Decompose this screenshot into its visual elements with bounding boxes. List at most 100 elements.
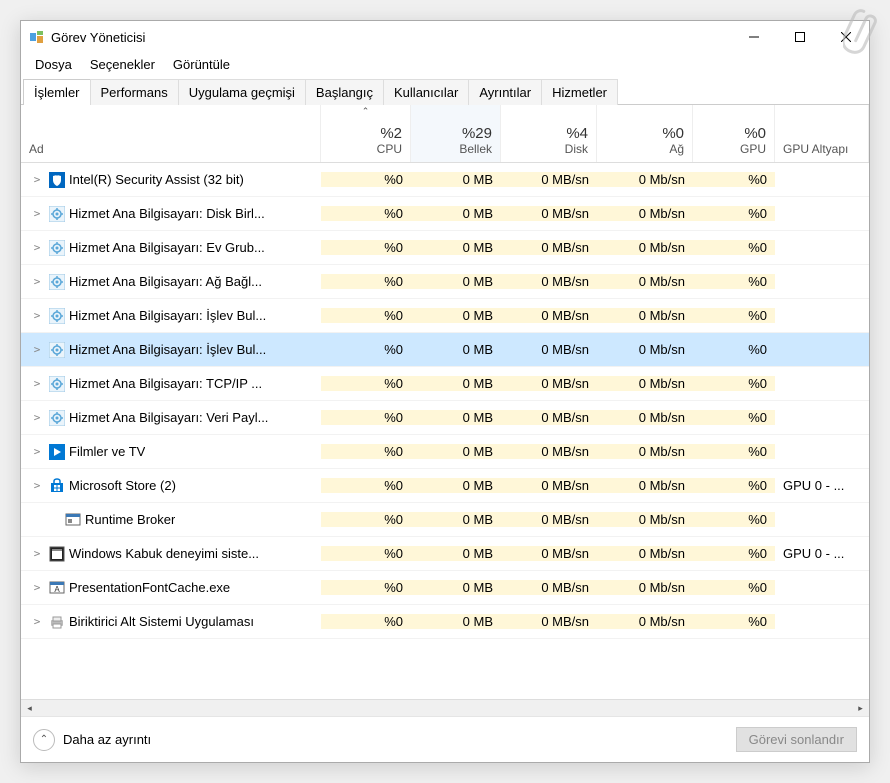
memory-cell: 0 MB	[411, 478, 501, 493]
process-row[interactable]: >Hizmet Ana Bilgisayarı: İşlev Bul...%00…	[21, 333, 869, 367]
memory-cell: 0 MB	[411, 172, 501, 187]
process-row[interactable]: > Hizmet Ana Bilgisayarı: Disk Birl... %0 0…	[21, 197, 869, 231]
disk-cell: 0 MB/sn	[501, 546, 597, 561]
process-name-cell: > Hizmet Ana Bilgisayarı: Disk Birl...	[21, 206, 321, 222]
scroll-right-button[interactable]: ▸	[852, 700, 869, 717]
process-name: Microsoft Store (2)	[69, 478, 176, 493]
process-row[interactable]: >Hizmet Ana Bilgisayarı: Veri Payl...%00…	[21, 401, 869, 435]
col-header-name[interactable]: Ad	[21, 105, 321, 162]
process-row[interactable]: >Intel(R) Security Assist (32 bit)%00 MB…	[21, 163, 869, 197]
process-icon	[49, 614, 65, 630]
network-cell: 0 Mb/sn	[597, 580, 693, 595]
process-row[interactable]: >Hizmet Ana Bilgisayarı: Ağ Bağl...%00 M…	[21, 265, 869, 299]
expand-chevron-icon[interactable]: >	[29, 275, 45, 288]
process-row[interactable]: >Filmler ve TV%00 MB0 MB/sn0 Mb/sn%0	[21, 435, 869, 469]
process-name-cell: >Hizmet Ana Bilgisayarı: Ev Grub...	[21, 240, 321, 256]
tab-app-history[interactable]: Uygulama geçmişi	[178, 79, 306, 105]
scroll-left-button[interactable]: ◂	[21, 700, 38, 717]
maximize-button[interactable]	[777, 21, 823, 53]
fewer-details-button[interactable]: ⌃	[33, 729, 55, 751]
network-cell: 0 Mb/sn	[597, 478, 693, 493]
expand-chevron-icon[interactable]: >	[29, 445, 45, 458]
gpu-cell: %0	[693, 308, 775, 323]
menu-options[interactable]: Seçenekler	[82, 55, 163, 74]
process-row[interactable]: >Biriktirici Alt Sistemi Uygulaması%00 M…	[21, 605, 869, 639]
process-row[interactable]: >Windows Kabuk deneyimi siste...%00 MB0 …	[21, 537, 869, 571]
memory-cell: 0 MB	[411, 546, 501, 561]
expand-chevron-icon[interactable]: >	[29, 547, 45, 560]
gpu-cell: %0	[693, 580, 775, 595]
process-row[interactable]: >Runtime Broker%00 MB0 MB/sn0 Mb/sn%0	[21, 503, 869, 537]
process-row[interactable]: >Hizmet Ana Bilgisayarı: İşlev Bul...%00…	[21, 299, 869, 333]
sort-arrow-icon: ⌃	[362, 106, 370, 117]
expand-chevron-icon[interactable]: >	[29, 581, 45, 594]
network-cell: 0 Mb/sn	[597, 614, 693, 629]
titlebar[interactable]: Görev Yöneticisi	[21, 21, 869, 53]
col-header-gpu-engine[interactable]: GPU Altyapı	[775, 105, 869, 162]
tab-users[interactable]: Kullanıcılar	[383, 79, 469, 105]
expand-chevron-icon[interactable]: >	[29, 207, 45, 220]
network-cell: 0 Mb/sn	[597, 240, 693, 255]
cpu-cell: %0	[321, 546, 411, 561]
process-name-cell: >Filmler ve TV	[21, 444, 321, 460]
table-headers: Ad ⌃ %2 CPU %29 Bellek %4 Disk %0 Ağ %0 …	[21, 105, 869, 163]
memory-cell: 0 MB	[411, 342, 501, 357]
memory-cell: 0 MB	[411, 308, 501, 323]
network-cell: 0 Mb/sn	[597, 546, 693, 561]
process-name-cell: > Microsoft Store (2)	[21, 478, 321, 494]
expand-chevron-icon[interactable]: >	[29, 479, 45, 492]
process-row[interactable]: >Hizmet Ana Bilgisayarı: TCP/IP ...%00 M…	[21, 367, 869, 401]
process-name: Hizmet Ana Bilgisayarı: Veri Payl...	[69, 410, 268, 425]
expand-chevron-icon[interactable]: >	[29, 173, 45, 186]
tab-services[interactable]: Hizmetler	[541, 79, 618, 105]
expand-chevron-icon[interactable]: >	[29, 615, 45, 628]
minimize-button[interactable]	[731, 21, 777, 53]
memory-cell: 0 MB	[411, 240, 501, 255]
expand-chevron-icon[interactable]: >	[29, 411, 45, 424]
process-icon	[49, 172, 65, 188]
expand-chevron-icon[interactable]: >	[29, 241, 45, 254]
close-button[interactable]	[823, 21, 869, 53]
col-disk-label: Disk	[509, 142, 588, 156]
network-cell: 0 Mb/sn	[597, 376, 693, 391]
process-row[interactable]: >Hizmet Ana Bilgisayarı: Ev Grub...%00 M…	[21, 231, 869, 265]
process-name: Intel(R) Security Assist (32 bit)	[69, 172, 244, 187]
process-rows[interactable]: >Intel(R) Security Assist (32 bit)%00 MB…	[21, 163, 869, 699]
col-mem-value: %29	[419, 125, 492, 142]
col-cpu-value: %2	[329, 125, 402, 142]
memory-cell: 0 MB	[411, 206, 501, 221]
process-name: Hizmet Ana Bilgisayarı: Disk Birl...	[69, 206, 265, 221]
expand-chevron-icon[interactable]: >	[29, 377, 45, 390]
col-header-cpu[interactable]: ⌃ %2 CPU	[321, 105, 411, 162]
tab-details[interactable]: Ayrıntılar	[468, 79, 542, 105]
tab-performance[interactable]: Performans	[90, 79, 179, 105]
expand-chevron-icon[interactable]: >	[29, 309, 45, 322]
gpu-cell: %0	[693, 206, 775, 221]
fewer-details-label[interactable]: Daha az ayrıntı	[63, 732, 151, 747]
end-task-button[interactable]: Görevi sonlandır	[736, 727, 857, 752]
process-row[interactable]: >Microsoft Store (2)%00 MB0 MB/sn0 Mb/sn…	[21, 469, 869, 503]
process-icon	[49, 342, 65, 358]
col-header-memory[interactable]: %29 Bellek	[411, 105, 501, 162]
tab-processes[interactable]: İşlemler	[23, 79, 91, 105]
memory-cell: 0 MB	[411, 410, 501, 425]
cpu-cell: %0	[321, 478, 411, 493]
gpu-cell: %0	[693, 342, 775, 357]
horizontal-scrollbar[interactable]: ◂ ▸	[21, 699, 869, 716]
menu-view[interactable]: Görüntüle	[165, 55, 238, 74]
col-header-network[interactable]: %0 Ağ	[597, 105, 693, 162]
col-gpu-label: GPU	[701, 142, 766, 156]
process-icon: A	[49, 580, 65, 596]
process-icon	[49, 546, 65, 562]
tab-startup[interactable]: Başlangıç	[305, 79, 384, 105]
memory-cell: 0 MB	[411, 580, 501, 595]
col-net-label: Ağ	[605, 142, 684, 156]
menu-file[interactable]: Dosya	[27, 55, 80, 74]
col-header-disk[interactable]: %4 Disk	[501, 105, 597, 162]
col-header-gpu[interactable]: %0 GPU	[693, 105, 775, 162]
gpu-cell: %0	[693, 240, 775, 255]
expand-chevron-icon[interactable]: >	[29, 343, 45, 356]
process-row[interactable]: >APresentationFontCache.exe%00 MB0 MB/sn…	[21, 571, 869, 605]
process-name-cell: >Runtime Broker	[21, 512, 321, 528]
cpu-cell: %0	[321, 580, 411, 595]
